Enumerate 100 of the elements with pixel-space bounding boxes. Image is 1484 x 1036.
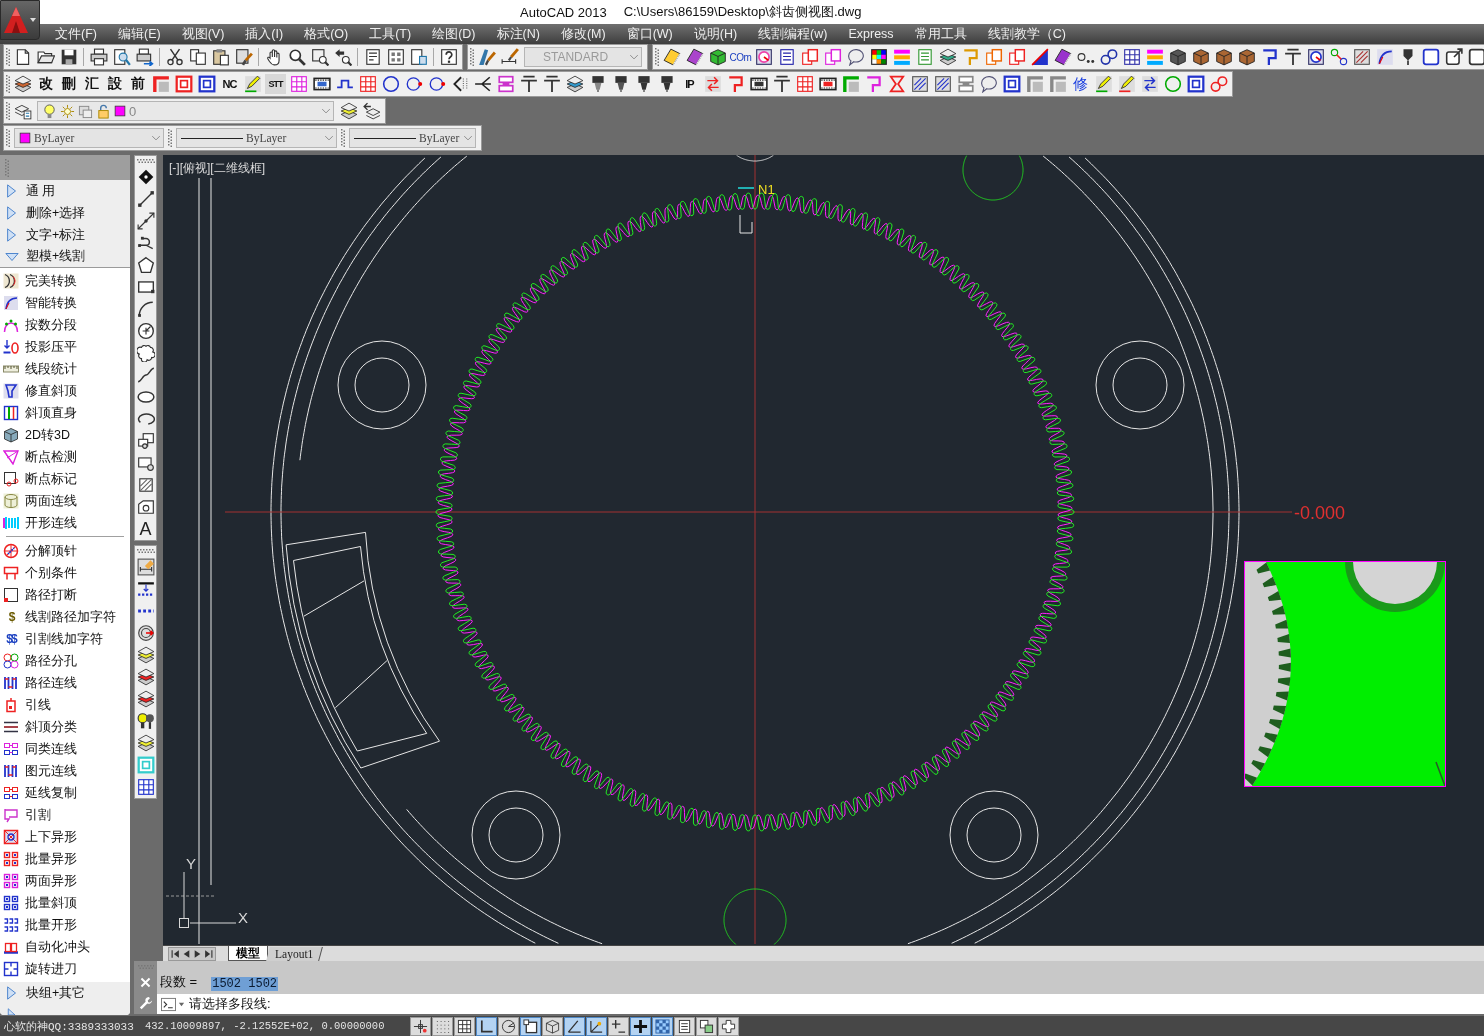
category-header[interactable]: 块组+其它 <box>0 982 130 1004</box>
arc-icon[interactable] <box>136 300 155 318</box>
target-icon[interactable] <box>754 48 773 66</box>
status-toggle[interactable] <box>454 1016 475 1036</box>
speech-bubble-icon[interactable] <box>846 48 865 66</box>
square-icon[interactable] <box>1421 48 1440 66</box>
grip-handle-icon[interactable] <box>5 158 9 177</box>
category-header[interactable]: 通 用 <box>0 180 130 202</box>
grid-icon[interactable] <box>795 75 814 93</box>
block-editor-icon[interactable] <box>136 558 155 576</box>
hourglass-icon[interactable] <box>887 75 906 93</box>
spline-icon[interactable] <box>136 366 155 384</box>
scissors-icon[interactable] <box>165 48 184 66</box>
tee-icon[interactable] <box>1283 48 1302 66</box>
menu-item[interactable]: 绘图(D) <box>432 25 476 43</box>
dimension-line-icon[interactable] <box>136 580 155 598</box>
elliptical-arc-icon[interactable] <box>136 410 155 428</box>
arrows-icon[interactable] <box>703 75 722 93</box>
hatch-icon[interactable] <box>136 476 155 494</box>
layer-previous-icon[interactable] <box>362 102 381 120</box>
grip-handle-icon[interactable] <box>136 159 155 163</box>
fork-icon[interactable] <box>473 75 492 93</box>
viewport-label[interactable]: [-][俯视][二维线框] <box>169 161 265 175</box>
hand-icon[interactable] <box>264 48 283 66</box>
light-bulbs-icon[interactable] <box>136 712 155 730</box>
cube-icon[interactable] <box>1214 48 1233 66</box>
tool-list-item[interactable]: 引线 <box>0 694 130 716</box>
menu-item[interactable]: 格式(O) <box>304 25 349 43</box>
hook-icon[interactable] <box>864 75 883 93</box>
documents-icon[interactable] <box>800 48 819 66</box>
insert-block-icon[interactable] <box>136 432 155 450</box>
layer-stack-icon[interactable] <box>136 646 155 664</box>
menu-item[interactable]: 编辑(E) <box>117 25 161 43</box>
stacked-boxes-icon[interactable] <box>496 75 515 93</box>
tool-list-item[interactable]: 2D转3D <box>0 424 130 446</box>
tool-list-item[interactable]: 延线复制 <box>0 782 130 804</box>
grid-icon[interactable] <box>1122 48 1141 66</box>
save-icon[interactable] <box>59 48 78 66</box>
command-line-handle[interactable] <box>134 961 157 1014</box>
caret-icon[interactable] <box>178 1000 185 1008</box>
grip-handle-icon[interactable] <box>470 48 474 66</box>
menu-item[interactable]: 线割编程(w) <box>758 25 828 43</box>
last-arrow-icon[interactable] <box>204 948 213 959</box>
tool-list-item[interactable]: 断点检测 <box>0 446 130 468</box>
status-toggle[interactable] <box>608 1016 629 1036</box>
category-header[interactable]: 文字+标注 <box>0 224 130 246</box>
grid-icon[interactable] <box>358 75 377 93</box>
menu-item[interactable]: 文件(F) <box>55 25 97 43</box>
arrows-icon[interactable] <box>1140 75 1159 93</box>
status-toggle[interactable] <box>432 1016 453 1036</box>
point-icon[interactable] <box>136 168 155 186</box>
first-arrow-icon[interactable] <box>171 948 180 959</box>
tool-list-item[interactable]: 线段统计 <box>0 358 130 380</box>
curve-icon[interactable] <box>1375 48 1394 66</box>
paint-brush-icon[interactable] <box>234 48 253 66</box>
print-preview-icon[interactable] <box>112 48 131 66</box>
properties-icon[interactable] <box>363 48 382 66</box>
triangle-icon[interactable] <box>1030 48 1049 66</box>
tool-list-item[interactable]: 斜顶分类 <box>0 716 130 738</box>
hatched-box-icon[interactable] <box>910 75 929 93</box>
tool-list-item[interactable]: 路径打断 <box>0 584 130 606</box>
layer-stack-icon[interactable] <box>339 102 358 120</box>
command-input-field[interactable]: 请选择多段线: <box>157 994 1484 1014</box>
toolbar-button[interactable]: NC <box>219 74 240 94</box>
cloud-icon[interactable] <box>136 344 155 362</box>
tool-list-item[interactable]: 引割 <box>0 804 130 826</box>
chain-icon[interactable] <box>1099 48 1118 66</box>
menu-item[interactable]: 说明(H) <box>693 25 738 43</box>
menu-item[interactable]: 线割教学（C) <box>987 25 1066 43</box>
tool-list-item[interactable]: 路径分孔 <box>0 650 130 672</box>
hatched-box-icon[interactable] <box>1352 48 1371 66</box>
toolbar-button[interactable]: 刪 <box>58 74 79 94</box>
menu-item[interactable]: 插入(I) <box>245 25 284 43</box>
zoom-previous-icon[interactable] <box>333 48 352 66</box>
wrench-icon[interactable] <box>138 996 153 1010</box>
tool-list-item[interactable]: 批量开形 <box>0 914 130 936</box>
tool-list-item[interactable]: 按数分段 <box>0 314 130 336</box>
tool-list-item[interactable]: 智能转换 <box>0 292 130 314</box>
cube-icon[interactable] <box>708 48 727 66</box>
status-toggle[interactable] <box>630 1016 651 1036</box>
layer-stack-icon[interactable] <box>136 734 155 752</box>
rectangle-icon[interactable] <box>136 278 155 296</box>
copy-icon[interactable] <box>188 48 207 66</box>
command-prompt-icon[interactable] <box>161 996 176 1012</box>
pencil-icon[interactable] <box>243 75 262 93</box>
layer-stack-icon[interactable] <box>565 75 584 93</box>
design-center-icon[interactable] <box>386 48 405 66</box>
make-block-icon[interactable] <box>136 454 155 472</box>
status-toggle[interactable] <box>586 1016 607 1036</box>
layout-tab[interactable]: Layout1 <box>266 946 324 961</box>
grid-icon[interactable] <box>136 778 155 796</box>
layer-stack-icon[interactable] <box>13 75 32 93</box>
tee-icon[interactable] <box>519 75 538 93</box>
cube-icon[interactable] <box>1168 48 1187 66</box>
slab-icon[interactable] <box>685 48 704 66</box>
double-square-icon[interactable] <box>174 75 193 93</box>
status-toggle[interactable] <box>520 1016 541 1036</box>
toolbar-button[interactable]: A <box>136 520 155 538</box>
grip-handle-icon[interactable] <box>655 48 659 66</box>
menu-item[interactable]: 常用工具 <box>914 25 967 43</box>
